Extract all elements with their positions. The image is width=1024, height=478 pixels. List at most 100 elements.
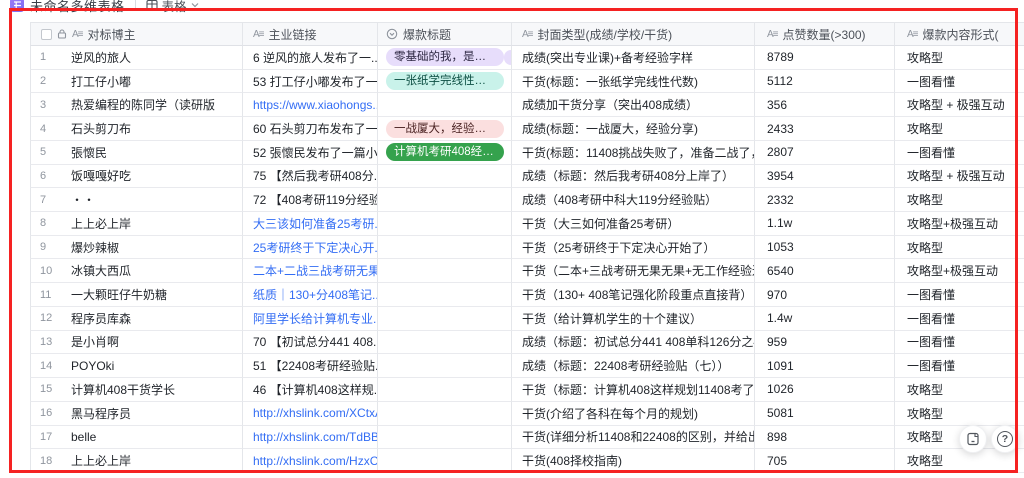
cover-type-cell[interactable]: 干货(408择校指南) [512, 449, 755, 473]
document-title[interactable]: 未命名多维表格 [30, 0, 125, 15]
cover-type-cell[interactable]: 成绩加干货分享（突出408成绩） [512, 93, 755, 117]
content-format-cell[interactable]: 一图看懂 [895, 70, 1024, 94]
likes-cell[interactable]: 6540 [755, 259, 895, 283]
column-header-3[interactable]: A≡封面类型(成绩/学校/干货) [512, 23, 755, 46]
main-link-cell[interactable]: 25考研终于下定决心开... [243, 236, 378, 260]
main-link-cell[interactable]: 51 【22408考研经验贴... [243, 354, 378, 378]
main-link-cell[interactable]: 6 逆风的旅人发布了一... [243, 46, 378, 70]
content-format-cell[interactable]: 攻略型 [895, 402, 1024, 426]
blogger-cell[interactable]: 3热爱编程的陈同学（读研版 [30, 93, 243, 117]
main-link-cell[interactable]: 46 【计算机408这样规... [243, 378, 378, 402]
likes-cell[interactable]: 1.4w [755, 307, 895, 331]
content-format-cell[interactable]: 攻略型+极强互动 [895, 259, 1024, 283]
cover-type-cell[interactable]: 干货（130+ 408笔记强化阶段重点直接背） [512, 283, 755, 307]
blogger-cell[interactable]: 1逆风的旅人 [30, 46, 243, 70]
blogger-cell[interactable]: 18上上必上岸 [30, 449, 243, 473]
cover-type-cell[interactable]: 干货(标题：11408挑战失败了，准备二战了，给... [512, 141, 755, 165]
main-link-cell[interactable]: 72 【408考研119分经验... [243, 188, 378, 212]
likes-cell[interactable]: 2807 [755, 141, 895, 165]
blogger-cell[interactable]: 10冰镇大西瓜 [30, 259, 243, 283]
select-all-checkbox[interactable] [41, 29, 52, 40]
content-format-cell[interactable]: 一图看懂 [895, 283, 1024, 307]
viral-title-cell[interactable] [378, 354, 512, 378]
viral-title-cell[interactable] [378, 449, 512, 473]
likes-cell[interactable]: 8789 [755, 46, 895, 70]
content-format-cell[interactable]: 攻略型 + 极强互动 [895, 165, 1024, 189]
cover-type-cell[interactable]: 干货（25考研终于下定决心开始了） [512, 236, 755, 260]
content-format-cell[interactable]: 攻略型+极强互动 [895, 212, 1024, 236]
main-link-cell[interactable]: 二本+二战三战考研无果... [243, 259, 378, 283]
link-text[interactable]: https://www.xiaohongs... [253, 98, 378, 112]
blogger-cell[interactable]: 17belle [30, 426, 243, 450]
blogger-cell[interactable]: 13是小肖啊 [30, 331, 243, 355]
viral-title-cell[interactable] [378, 93, 512, 117]
likes-cell[interactable]: 1053 [755, 236, 895, 260]
likes-cell[interactable]: 970 [755, 283, 895, 307]
content-format-cell[interactable]: 攻略型 [895, 46, 1024, 70]
content-format-cell[interactable]: 一图看懂 [895, 307, 1024, 331]
likes-cell[interactable]: 1026 [755, 378, 895, 402]
blogger-cell[interactable]: 16黑马程序员 [30, 402, 243, 426]
cover-type-cell[interactable]: 干货（给计算机学生的十个建议） [512, 307, 755, 331]
viral-title-cell[interactable]: 一战厦大，经验分享 [378, 117, 512, 141]
viral-title-cell[interactable] [378, 188, 512, 212]
link-text[interactable]: 二本+二战三战考研无果... [253, 262, 378, 279]
cover-type-cell[interactable]: 成绩（标题：初试总分441 408单科126分之408... [512, 331, 755, 355]
viral-title-tag[interactable]: 一战厦大，经验分享 [386, 120, 504, 138]
viral-title-cell[interactable] [378, 331, 512, 355]
blogger-cell[interactable]: 4石头剪刀布 [30, 117, 243, 141]
likes-cell[interactable]: 3954 [755, 165, 895, 189]
main-link-cell[interactable]: 70 【初试总分441 408... [243, 331, 378, 355]
main-link-cell[interactable]: 53 打工仔小嘟发布了一... [243, 70, 378, 94]
main-link-cell[interactable]: 52 張懷民发布了一篇小... [243, 141, 378, 165]
likes-cell[interactable]: 5081 [755, 402, 895, 426]
column-header-4[interactable]: A≡点赞数量(>300) [755, 23, 895, 46]
blogger-cell[interactable]: 8上上必上岸 [30, 212, 243, 236]
main-link-cell[interactable]: http://xhslink.com/HzxC... [243, 449, 378, 473]
viral-title-cell[interactable]: 计算机考研408经验贴 [378, 141, 512, 165]
cover-type-cell[interactable]: 成绩（标题：然后我考研408分上岸了） [512, 165, 755, 189]
content-format-cell[interactable]: 攻略型 [895, 188, 1024, 212]
viral-title-cell[interactable]: 一张纸学完线性代数 [378, 70, 512, 94]
viral-title-cell[interactable]: 零基础的我，是这样... [378, 46, 512, 70]
main-link-cell[interactable]: http://xhslink.com/XCtxAA [243, 402, 378, 426]
main-link-cell[interactable]: 75 【然后我考研408分... [243, 165, 378, 189]
help-button[interactable]: ? [991, 425, 1019, 453]
viral-title-cell[interactable] [378, 283, 512, 307]
content-format-cell[interactable]: 一图看懂 [895, 141, 1024, 165]
cover-type-cell[interactable]: 成绩（标题：22408考研经验贴（七）） [512, 354, 755, 378]
link-text[interactable]: 纸质｜130+分408笔记... [253, 286, 378, 303]
blogger-cell[interactable]: 14POYOki [30, 354, 243, 378]
blogger-cell[interactable]: 9爆炒辣椒 [30, 236, 243, 260]
main-link-cell[interactable]: http://xhslink.com/TdBB... [243, 426, 378, 450]
feedback-form-button[interactable] [959, 425, 987, 453]
viral-title-tag[interactable]: 一张纸学完线性代数 [386, 72, 504, 90]
cover-type-cell[interactable]: 成绩(突出专业课)+备考经验字样 [512, 46, 755, 70]
cover-type-cell[interactable]: 干货（二本+三战考研无果无果+无工作经验进） [512, 259, 755, 283]
likes-cell[interactable]: 5112 [755, 70, 895, 94]
blogger-cell[interactable]: 5張懷民 [30, 141, 243, 165]
cover-type-cell[interactable]: 干货(详细分析11408和22408的区别，并给出建议) [512, 426, 755, 450]
likes-cell[interactable]: 2332 [755, 188, 895, 212]
table-view-tab[interactable]: 表格 [146, 0, 199, 15]
cover-type-cell[interactable]: 干货（大三如何准备25考研） [512, 212, 755, 236]
viral-title-cell[interactable] [378, 165, 512, 189]
column-header-1[interactable]: A≡主业链接 [243, 23, 378, 46]
link-text[interactable]: 阿里学长给计算机专业... [253, 310, 378, 327]
column-header-5[interactable]: A≡爆款内容形式( [895, 23, 1024, 46]
blogger-cell[interactable]: 6饭嘎嘎好吃 [30, 165, 243, 189]
content-format-cell[interactable]: 攻略型 [895, 378, 1024, 402]
content-format-cell[interactable]: 攻略型 [895, 117, 1024, 141]
content-format-cell[interactable]: 攻略型 [895, 236, 1024, 260]
viral-title-cell[interactable] [378, 426, 512, 450]
main-link-cell[interactable]: https://www.xiaohongs... [243, 93, 378, 117]
cover-type-cell[interactable]: 干货(标题：一张纸学完线性代数) [512, 70, 755, 94]
content-format-cell[interactable]: 一图看懂 [895, 331, 1024, 355]
content-format-cell[interactable]: 攻略型 + 极强互动 [895, 93, 1024, 117]
likes-cell[interactable]: 898 [755, 426, 895, 450]
likes-cell[interactable]: 705 [755, 449, 895, 473]
viral-title-cell[interactable] [378, 236, 512, 260]
likes-cell[interactable]: 1091 [755, 354, 895, 378]
blogger-cell[interactable]: 12程序员库森 [30, 307, 243, 331]
content-format-cell[interactable]: 一图看懂 [895, 354, 1024, 378]
